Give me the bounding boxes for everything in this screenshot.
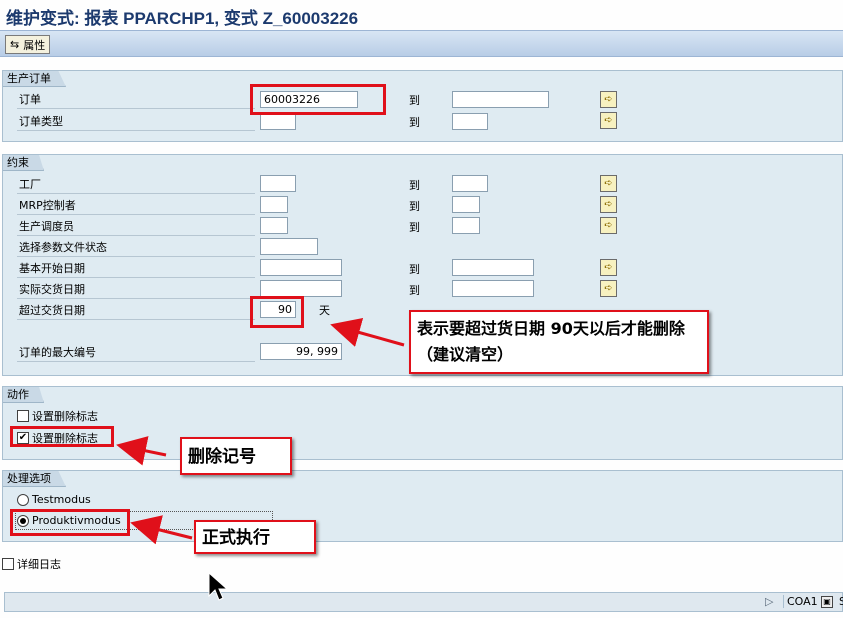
callout-production-run: 正式执行 bbox=[194, 520, 316, 554]
arrow-deletion-mark bbox=[116, 436, 167, 466]
annotation-arrows bbox=[116, 318, 405, 545]
arrow-production-run bbox=[130, 515, 193, 545]
mouse-cursor-icon bbox=[208, 572, 229, 601]
callout-deletion-mark: 删除记号 bbox=[180, 437, 292, 475]
callout-delivery: 表示要超过货日期 90天以后才能删除 （建议清空） bbox=[409, 310, 709, 374]
arrow-delivery bbox=[330, 318, 405, 347]
